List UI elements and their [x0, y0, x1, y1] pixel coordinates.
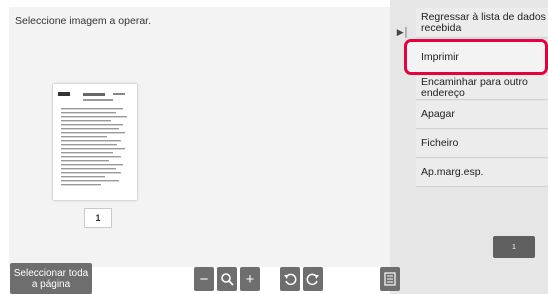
- menu-item-label: Encaminhar para outro endereço: [421, 75, 528, 99]
- page-indicator-value: 1: [512, 243, 516, 251]
- zoom-out-icon: −: [199, 270, 209, 288]
- menu-item-label: Apagar: [421, 108, 455, 120]
- screen: Seleccione imagem a operar. 1 ▶│ Regress…: [0, 0, 548, 294]
- instruction-text: Seleccione imagem a operar.: [15, 15, 151, 27]
- document-preview-icon: [58, 92, 127, 186]
- menu-item-label: Regressar à lista de dados recebida: [421, 10, 546, 34]
- menu-item-label: Imprimir: [421, 50, 459, 63]
- rotate-right-icon: [306, 273, 319, 286]
- menu-item-label: Ap.marg.esp.: [421, 166, 484, 178]
- document-thumbnail[interactable]: [53, 84, 137, 200]
- select-all-pages-button[interactable]: Seleccionar toda a página: [10, 263, 92, 294]
- menu-item-erase-margin[interactable]: Ap.marg.esp.: [416, 159, 548, 187]
- document-list-button[interactable]: [380, 267, 400, 291]
- select-all-label: Seleccionar toda a página: [13, 267, 89, 290]
- zoom-in-icon: +: [245, 270, 255, 288]
- menu-item-label: Ficheiro: [421, 137, 459, 149]
- menu-item-delete[interactable]: Apagar: [416, 101, 548, 129]
- menu-item-file[interactable]: Ficheiro: [416, 130, 548, 158]
- rotate-left-button[interactable]: [280, 267, 300, 291]
- rotate-left-icon: [284, 273, 297, 286]
- menu-item-forward[interactable]: Encaminhar para outro endereço: [416, 76, 548, 100]
- zoom-button[interactable]: [217, 267, 237, 291]
- page-indicator[interactable]: 1: [493, 236, 535, 258]
- thumbnail-page-number: 1: [84, 208, 112, 228]
- magnifier-icon: [221, 273, 234, 286]
- zoom-in-button[interactable]: +: [240, 267, 260, 291]
- rotate-right-button[interactable]: [303, 267, 323, 291]
- menu-item-print[interactable]: Imprimir: [404, 39, 548, 75]
- document-list-icon: [384, 272, 396, 286]
- menu-item-back-to-list[interactable]: Regressar à lista de dados recebida: [416, 8, 548, 38]
- collapse-panel-icon[interactable]: ▶│: [397, 26, 410, 38]
- zoom-out-button[interactable]: −: [194, 267, 214, 291]
